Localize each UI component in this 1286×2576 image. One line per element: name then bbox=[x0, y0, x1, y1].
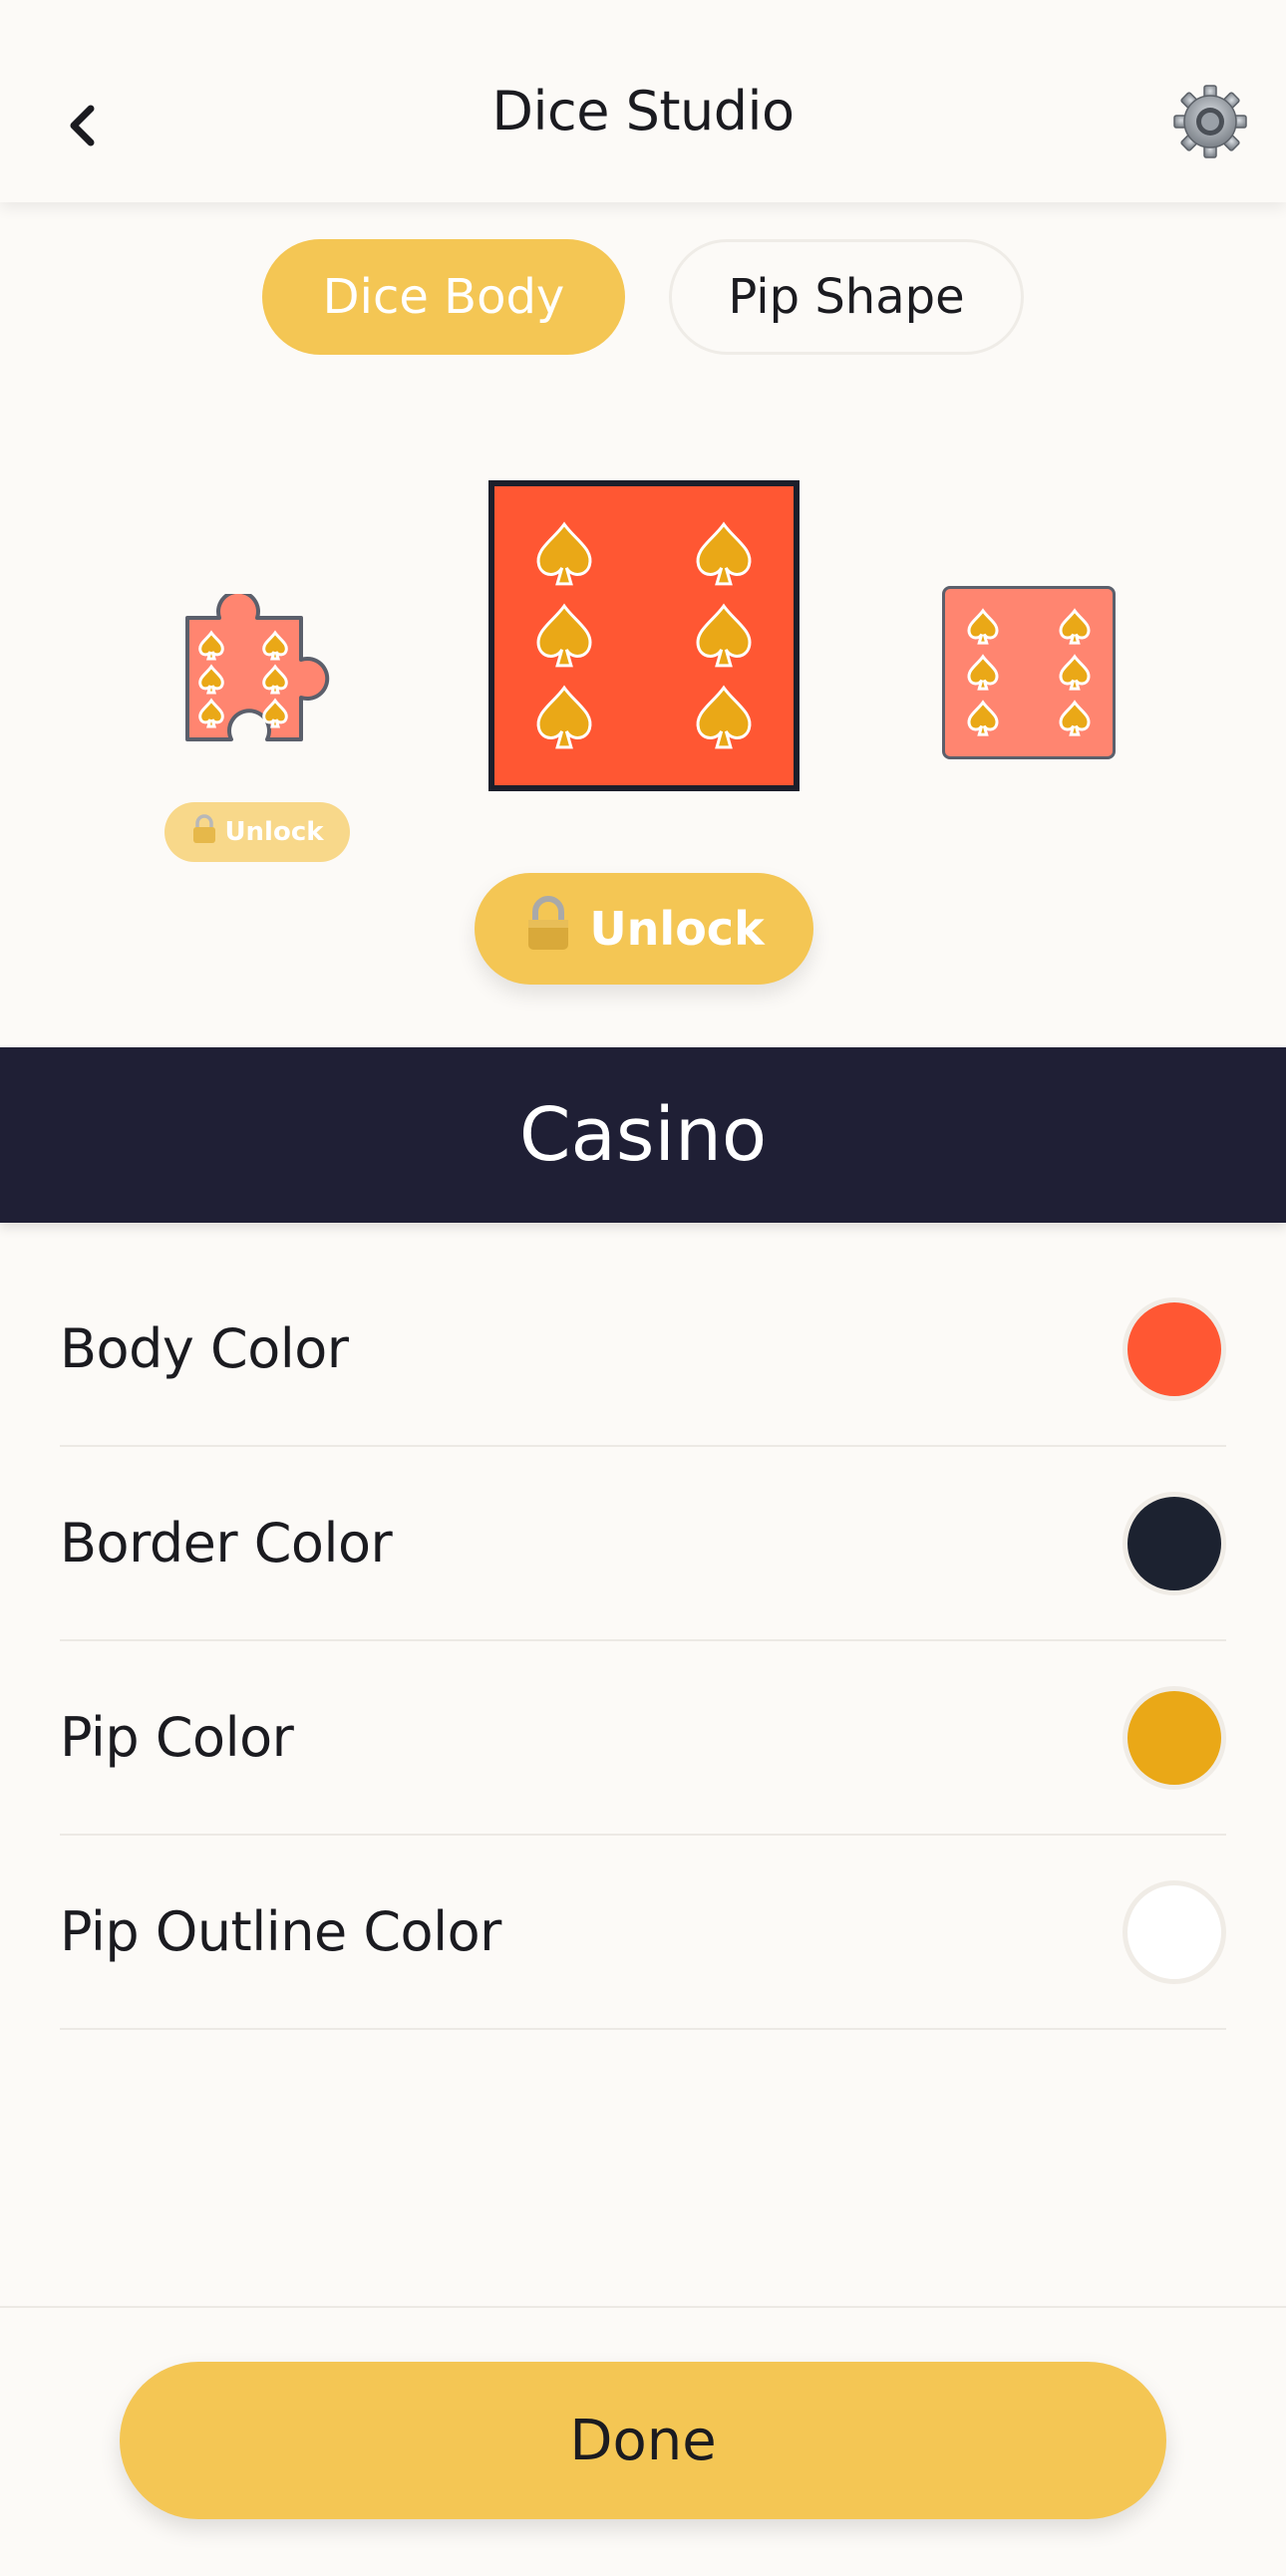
spade-pip bbox=[1059, 608, 1091, 645]
color-label: Body Color bbox=[60, 1317, 349, 1380]
unlock-button[interactable]: Unlock bbox=[475, 873, 813, 985]
spade-pip bbox=[967, 608, 999, 645]
color-row-body[interactable]: Body Color bbox=[60, 1253, 1226, 1447]
color-label: Pip Color bbox=[60, 1706, 294, 1769]
lock-icon bbox=[523, 895, 573, 963]
color-label: Border Color bbox=[60, 1512, 393, 1574]
settings-button[interactable] bbox=[1172, 84, 1248, 159]
spade-pip bbox=[696, 685, 752, 749]
color-settings-list: Body Color Border Color Pip Color Pip Ou… bbox=[60, 1253, 1226, 2030]
done-button[interactable]: Done bbox=[120, 2362, 1166, 2519]
color-label: Pip Outline Color bbox=[60, 1900, 501, 1963]
tab-bar: Dice Body Pip Shape bbox=[0, 239, 1286, 355]
spade-pip bbox=[536, 521, 592, 586]
color-row-border[interactable]: Border Color bbox=[60, 1447, 1226, 1641]
body-color-swatch[interactable] bbox=[1123, 1296, 1226, 1401]
footer-divider bbox=[0, 2306, 1286, 2308]
spade-pip bbox=[1059, 700, 1091, 736]
unlock-label: Unlock bbox=[589, 902, 765, 956]
lock-icon bbox=[190, 813, 218, 851]
spade-pip bbox=[1059, 654, 1091, 691]
theme-name-banner: Casino bbox=[0, 1047, 1286, 1223]
color-row-pip[interactable]: Pip Color bbox=[60, 1641, 1226, 1836]
border-color-swatch[interactable] bbox=[1123, 1491, 1226, 1595]
tab-dice-body[interactable]: Dice Body bbox=[262, 239, 625, 355]
dice-style-square-selected[interactable] bbox=[488, 480, 800, 791]
dice-carousel[interactable]: Unlock Unlock bbox=[0, 399, 1286, 1026]
spade-pip bbox=[696, 603, 752, 668]
right-die-pips bbox=[967, 608, 1091, 736]
spade-pip bbox=[967, 654, 999, 691]
gear-icon bbox=[1173, 85, 1247, 158]
pip-outline-color-swatch[interactable] bbox=[1123, 1879, 1226, 1984]
puzzle-die-preview bbox=[185, 589, 330, 741]
spade-pip bbox=[536, 603, 592, 668]
unlock-label-small: Unlock bbox=[224, 817, 324, 847]
dice-style-puzzle[interactable] bbox=[179, 589, 339, 753]
dice-style-rounded[interactable] bbox=[942, 586, 1116, 759]
color-row-pip-outline[interactable]: Pip Outline Color bbox=[60, 1836, 1226, 2030]
page-title: Dice Studio bbox=[491, 80, 795, 143]
tab-pip-shape[interactable]: Pip Shape bbox=[669, 239, 1024, 355]
spade-pip bbox=[967, 700, 999, 736]
app-header: Dice Studio bbox=[0, 0, 1286, 202]
center-die-pips bbox=[536, 521, 752, 749]
spade-pip bbox=[536, 685, 592, 749]
spade-pip bbox=[696, 521, 752, 586]
pip-color-swatch[interactable] bbox=[1123, 1685, 1226, 1790]
unlock-button-small[interactable]: Unlock bbox=[164, 802, 350, 862]
